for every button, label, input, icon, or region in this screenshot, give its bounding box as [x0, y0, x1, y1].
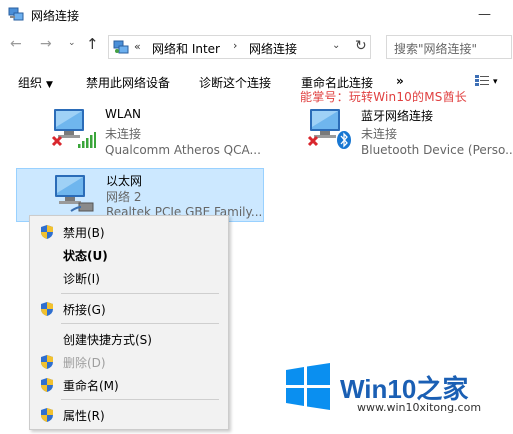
uac-shield-icon: [41, 225, 53, 239]
back-button[interactable]: ←: [10, 36, 22, 52]
change-view-button[interactable]: ▾: [475, 73, 498, 87]
uac-shield-icon: [41, 355, 53, 369]
diagnose-connection-button[interactable]: 诊断这个连接: [199, 74, 271, 91]
menu-item-label: 删除(D): [63, 356, 106, 370]
window-title: 网络连接: [31, 9, 80, 23]
up-button[interactable]: ↑: [86, 35, 99, 53]
details-view-icon: [475, 74, 489, 86]
connection-ethernet[interactable]: 以太网 网络 2 Realtek PCIe GBE Family...: [16, 168, 264, 222]
menu-item-label: 禁用(B): [63, 226, 105, 240]
logo-brand: Win10: [340, 374, 417, 404]
menu-item-delete: 删除(D): [30, 351, 228, 373]
menu-item-label: 诊断(I): [63, 272, 100, 286]
computer-icon: [307, 109, 351, 149]
menu-item-label: 桥接(G): [63, 303, 106, 317]
breadcrumb-separator[interactable]: ›: [233, 39, 237, 52]
menu-separator: [61, 293, 219, 294]
connection-status: 未连接: [361, 127, 398, 141]
uac-shield-icon: [41, 408, 53, 422]
menu-item-label: 重命名(M): [63, 379, 119, 393]
address-overflow[interactable]: «: [134, 40, 141, 53]
windows-logo: [286, 363, 330, 410]
organize-button[interactable]: 组织 ▼: [18, 74, 53, 91]
uac-shield-icon: [41, 378, 53, 392]
menu-item-rename[interactable]: 重命名(M): [30, 374, 228, 396]
menu-item-diagnose[interactable]: 诊断(I): [30, 267, 228, 289]
address-dropdown-icon[interactable]: ⌄: [332, 40, 340, 51]
more-commands-button[interactable]: »: [396, 74, 404, 88]
error-x-icon: [51, 135, 63, 147]
menu-item-label: 创建快捷方式(S): [63, 333, 152, 347]
title-bar: 网络连接 —: [0, 0, 513, 30]
menu-item-disable[interactable]: 禁用(B): [30, 221, 228, 243]
network-connections-icon: [8, 7, 24, 21]
ethernet-cable-icon: [70, 202, 94, 212]
connection-status: 未连接: [105, 127, 142, 141]
address-bar[interactable]: « 网络和 Inter › 网络连接 ⌄ ↻: [108, 35, 371, 59]
breadcrumb-network-connections[interactable]: 网络连接: [249, 40, 297, 57]
connection-name: 蓝牙网络连接: [361, 109, 434, 123]
context-menu: 禁用(B) 状态(U) 诊断(I) 桥接(G) 创建快捷方式(S) 删除(D) …: [29, 215, 229, 430]
menu-separator: [61, 323, 219, 324]
connection-device: Qualcomm Atheros QCA...: [105, 143, 261, 157]
connection-device: Bluetooth Device (Perso...: [361, 143, 513, 157]
forward-button[interactable]: →: [40, 36, 52, 52]
logo-suffix: 之家: [416, 374, 469, 404]
menu-item-create-shortcut[interactable]: 创建快捷方式(S): [30, 328, 228, 350]
connection-wlan[interactable]: WLAN 未连接 Qualcomm Atheros QCA...: [50, 107, 270, 161]
minimize-button[interactable]: —: [478, 7, 491, 22]
refresh-icon[interactable]: ↻: [355, 38, 367, 54]
navigation-bar: ← → ⌄ ↑ « 网络和 Inter › 网络连接 ⌄ ↻ 搜索"网络连接": [0, 32, 513, 62]
menu-item-status[interactable]: 状态(U): [30, 244, 228, 266]
search-placeholder: 搜索"网络连接": [394, 42, 478, 56]
disable-device-button[interactable]: 禁用此网络设备: [86, 74, 170, 91]
watermark-text: 能掌号：玩转Win10的MS酋长: [300, 90, 467, 104]
uac-shield-icon: [41, 302, 53, 316]
recent-locations-button[interactable]: ⌄: [68, 38, 76, 48]
breadcrumb-network-internet[interactable]: 网络和 Inter: [152, 40, 220, 57]
logo-url: www.win10xitong.com: [357, 401, 482, 414]
organize-label: 组织: [18, 76, 43, 90]
menu-separator: [61, 399, 219, 400]
error-x-icon: [307, 135, 319, 147]
search-box[interactable]: 搜索"网络连接": [386, 35, 512, 59]
control-panel-icon: [113, 40, 129, 54]
connection-bluetooth[interactable]: 蓝牙网络连接 未连接 Bluetooth Device (Perso...: [306, 107, 513, 161]
menu-item-bridge[interactable]: 桥接(G): [30, 298, 228, 320]
computer-icon: [55, 175, 94, 212]
connection-status: 网络 2: [106, 190, 142, 204]
view-dropdown-icon: ▾: [493, 77, 498, 87]
wifi-signal-icon: [78, 132, 96, 148]
menu-item-properties[interactable]: 属性(R): [30, 404, 228, 426]
computer-icon: [51, 109, 96, 148]
menu-item-label: 属性(R): [63, 409, 105, 423]
connection-name: 以太网: [106, 174, 143, 188]
bluetooth-icon: [337, 131, 351, 149]
organize-dropdown-icon: ▼: [46, 80, 53, 90]
menu-item-label: 状态(U): [63, 249, 108, 263]
connection-name: WLAN: [105, 107, 142, 121]
